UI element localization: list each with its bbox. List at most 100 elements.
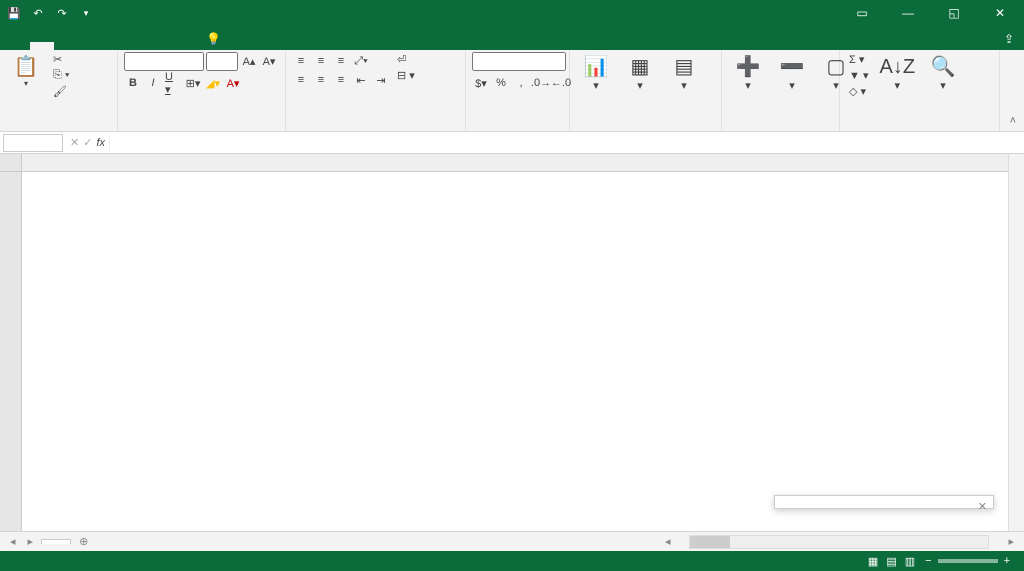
align-left-icon[interactable]: ≡ <box>292 71 310 89</box>
toast-close-icon[interactable]: ✕ <box>978 500 987 513</box>
insert-cells-button[interactable]: ➕▾ <box>728 52 768 94</box>
italic-button[interactable]: I <box>144 74 162 92</box>
tab-formulas[interactable] <box>102 42 126 50</box>
clear-button[interactable]: ◇ ▾ <box>846 84 871 99</box>
fill-color-button[interactable]: ◢▾ <box>204 74 222 92</box>
decrease-indent-icon[interactable]: ⇤ <box>352 71 370 89</box>
tab-file[interactable] <box>6 42 30 50</box>
align-middle-icon[interactable]: ≡ <box>312 52 330 70</box>
sheet-nav-next-icon[interactable]: ▸ <box>24 535 38 548</box>
tab-review[interactable] <box>150 42 174 50</box>
orientation-icon[interactable]: ⤢▾ <box>352 52 370 70</box>
fx-icon[interactable]: fx <box>96 137 105 149</box>
cell-styles-button[interactable]: ▤▾ <box>664 52 704 94</box>
tab-view[interactable] <box>174 42 198 50</box>
save-icon[interactable]: 💾 <box>4 3 24 23</box>
increase-font-icon[interactable]: A▴ <box>240 53 258 71</box>
wrap-text-button[interactable]: ⏎ <box>394 52 418 67</box>
undo-icon[interactable]: ↶ <box>28 3 48 23</box>
share-button[interactable]: ⇪ <box>994 28 1024 50</box>
column-headers <box>0 154 1008 172</box>
hscroll-left-icon[interactable]: ◂ <box>661 535 675 548</box>
merge-center-button[interactable]: ⊟ ▾ <box>394 68 418 83</box>
conditional-formatting-icon: 📊 <box>584 54 609 80</box>
border-button[interactable]: ⊞▾ <box>184 74 202 92</box>
bold-button[interactable]: B <box>124 74 142 92</box>
name-box[interactable] <box>3 134 63 152</box>
format-as-table-button[interactable]: ▦▾ <box>620 52 660 94</box>
zoom-out-icon[interactable]: − <box>925 555 931 567</box>
formula-bar: ✕ ✓ fx <box>0 132 1024 154</box>
paste-button[interactable]: 📋▾ <box>6 52 46 91</box>
sort-filter-button[interactable]: A↓Z▾ <box>875 52 919 94</box>
comma-icon[interactable]: , <box>512 74 530 92</box>
paste-icon: 📋 <box>14 54 39 80</box>
currency-icon[interactable]: $▾ <box>472 74 490 92</box>
formula-input[interactable] <box>109 134 1024 152</box>
ribbon-tabs: 💡 ⇪ <box>0 26 1024 50</box>
conditional-formatting-button[interactable]: 📊▾ <box>576 52 616 94</box>
font-size-input[interactable] <box>206 52 238 71</box>
find-select-button[interactable]: 🔍▾ <box>923 52 963 94</box>
decrease-font-icon[interactable]: A▾ <box>260 53 278 71</box>
cell-styles-icon: ▤ <box>675 54 694 80</box>
align-center-icon[interactable]: ≡ <box>312 71 330 89</box>
minimize-icon[interactable]: — <box>888 0 928 26</box>
underline-button[interactable]: U ▾ <box>164 74 182 92</box>
tab-insert[interactable] <box>54 42 78 50</box>
tab-home[interactable] <box>30 42 54 50</box>
lightbulb-icon: 💡 <box>206 32 221 46</box>
align-right-icon[interactable]: ≡ <box>332 71 350 89</box>
title-bar: 💾 ↶ ↷ ▾ ▭ — ◱ ✕ <box>0 0 1024 26</box>
select-all-corner[interactable] <box>0 154 22 171</box>
horizontal-scrollbar[interactable] <box>689 535 989 549</box>
sheet-nav-prev-icon[interactable]: ◂ <box>6 535 20 548</box>
insert-cells-icon: ➕ <box>736 54 761 80</box>
close-icon[interactable]: ✕ <box>980 0 1020 26</box>
ribbon: 📋▾ ✂ ⎘ ▾ 🖌 A▴ A▾ B I U ▾ ⊞▾ ◢▾ <box>0 50 1024 132</box>
increase-decimal-icon[interactable]: .0→ <box>532 74 550 92</box>
align-top-icon[interactable]: ≡ <box>292 52 310 70</box>
collapse-ribbon-icon[interactable]: ˄ <box>1002 111 1024 131</box>
zoom-slider[interactable] <box>938 559 998 563</box>
find-icon: 🔍 <box>931 54 956 80</box>
view-normal-icon[interactable]: ▦ <box>868 555 878 568</box>
qat-customize-icon[interactable]: ▾ <box>76 3 96 23</box>
zoom-in-icon[interactable]: + <box>1004 555 1010 567</box>
screenshot-toast: ✕ <box>774 495 994 509</box>
vertical-scrollbar[interactable] <box>1008 154 1024 531</box>
view-page-layout-icon[interactable]: ▤ <box>886 555 896 568</box>
font-color-button[interactable]: A▾ <box>224 74 242 92</box>
font-name-input[interactable] <box>124 52 204 71</box>
percent-icon[interactable]: % <box>492 74 510 92</box>
copy-button[interactable]: ⎘ ▾ <box>50 68 72 83</box>
cut-button[interactable]: ✂ <box>50 52 72 67</box>
maximize-icon[interactable]: ◱ <box>934 0 974 26</box>
hscroll-right-icon[interactable]: ▸ <box>1004 535 1018 548</box>
fill-button[interactable]: ▼ ▾ <box>846 68 871 83</box>
enter-formula-icon[interactable]: ✓ <box>83 136 92 149</box>
format-painter-button[interactable]: 🖌 <box>50 84 72 99</box>
new-sheet-icon[interactable]: ⊕ <box>75 535 92 548</box>
view-page-break-icon[interactable]: ▥ <box>905 555 915 568</box>
cancel-formula-icon[interactable]: ✕ <box>70 136 79 149</box>
ribbon-options-icon[interactable]: ▭ <box>842 0 882 26</box>
format-table-icon: ▦ <box>631 54 650 80</box>
increase-indent-icon[interactable]: ⇥ <box>372 71 390 89</box>
autosum-button[interactable]: Σ ▾ <box>846 52 871 67</box>
align-bottom-icon[interactable]: ≡ <box>332 52 350 70</box>
tell-me-input[interactable]: 💡 <box>198 28 233 50</box>
number-format-input[interactable] <box>472 52 566 71</box>
sheet-tab-active[interactable] <box>41 539 71 544</box>
delete-cells-button[interactable]: ➖▾ <box>772 52 812 94</box>
delete-cells-icon: ➖ <box>780 54 805 80</box>
sort-icon: A↓Z <box>879 54 915 80</box>
worksheet-area: ✕ <box>0 154 1024 531</box>
sheet-tab-bar: ◂ ▸ ⊕ ◂ ▸ <box>0 531 1024 551</box>
redo-icon[interactable]: ↷ <box>52 3 72 23</box>
status-bar: ▦ ▤ ▥ − + <box>0 551 1024 571</box>
tab-data[interactable] <box>126 42 150 50</box>
row-headers <box>0 172 22 531</box>
tab-page-layout[interactable] <box>78 42 102 50</box>
decrease-decimal-icon[interactable]: ←.0 <box>552 74 570 92</box>
